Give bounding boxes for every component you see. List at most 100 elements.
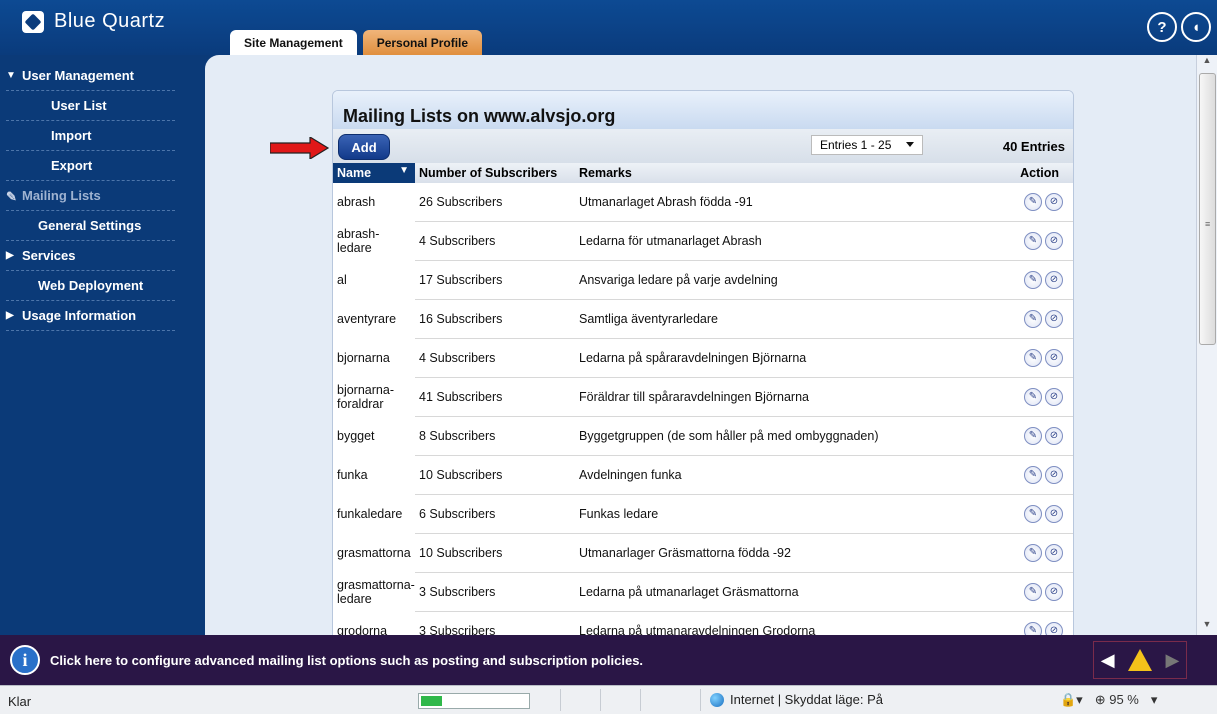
list-remarks: Samtliga äventyrarledare [575, 299, 975, 339]
table-row: al 17 Subscribers Ansvariga ledare på varj… [333, 260, 1073, 300]
column-header-name[interactable]: Name ▼ [333, 163, 415, 183]
edit-icon[interactable]: ✎ [1024, 505, 1042, 523]
list-name: bjornarna-foraldrar [337, 383, 394, 411]
edit-icon[interactable]: ✎ [1024, 544, 1042, 562]
mailing-lists-panel: Mailing Lists on www.alvsjo.org Add Entr… [332, 90, 1074, 635]
table-row: aventyrare 16 Subscribers Samtliga äventyr… [333, 299, 1073, 339]
delete-icon[interactable]: ⊘ [1045, 505, 1063, 523]
row-actions: ✎ ⊘ [975, 299, 1073, 339]
next-message-icon[interactable]: ▶ [1165, 650, 1179, 671]
delete-icon[interactable]: ⊘ [1045, 310, 1063, 328]
delete-icon[interactable]: ⊘ [1045, 349, 1063, 367]
edit-icon[interactable]: ✎ [1024, 583, 1042, 601]
sidebar-item-services[interactable]: ▶ Services [6, 241, 175, 271]
tab-personal-profile[interactable]: Personal Profile [362, 30, 483, 55]
zoom-level[interactable]: ⊕ 95 % [1095, 692, 1139, 708]
app-logo[interactable]: Blue Quartz [22, 10, 165, 33]
security-zone[interactable]: Internet | Skyddat läge: På [710, 692, 883, 707]
zoom-dropdown-icon[interactable]: ▾ [1151, 692, 1158, 708]
table-row: grodorna 3 Subscribers Ledarna på utmanara… [333, 611, 1073, 635]
status-divider [560, 689, 561, 711]
edit-icon[interactable]: ✎ [1024, 388, 1042, 406]
subscriber-count: 41 Subscribers [415, 377, 575, 417]
app-name: Blue Quartz [54, 10, 166, 32]
edit-icon[interactable]: ✎ [1024, 622, 1042, 635]
info-bar[interactable]: i Click here to configure advanced maili… [0, 635, 1217, 685]
edit-icon[interactable]: ✎ [1024, 349, 1042, 367]
mailing-lists-table: Name ▼ Number of Subscribers Remarks Acti… [333, 163, 1073, 635]
content-area: Mailing Lists on www.alvsjo.org Add Entr… [205, 55, 1217, 635]
sidebar-item-label: Mailing Lists [22, 188, 101, 203]
delete-icon[interactable]: ⊘ [1045, 388, 1063, 406]
protected-mode-icon[interactable]: 🔒▾ [1060, 692, 1083, 708]
delete-icon[interactable]: ⊘ [1045, 427, 1063, 445]
sidebar-item-label: Export [51, 158, 93, 173]
row-actions: ✎ ⊘ [975, 221, 1073, 261]
edit-icon[interactable]: ✎ [1024, 232, 1042, 250]
delete-icon[interactable]: ⊘ [1045, 232, 1063, 250]
page-load-progress [418, 693, 530, 709]
status-divider [700, 689, 701, 711]
list-remarks: Utmanarlaget Abrash födda -91 [575, 183, 975, 222]
table-row: abrash-ledare 4 Subscribers Ledarna för ut… [333, 221, 1073, 261]
logout-icon[interactable]: ◖ [1181, 12, 1211, 42]
edit-icon[interactable]: ✎ [1024, 193, 1042, 211]
edit-icon[interactable]: ✎ [1024, 466, 1042, 484]
edit-icon[interactable]: ✎ [1024, 427, 1042, 445]
column-header-label: Name [337, 166, 372, 180]
entries-total: 40 Entries [1002, 139, 1065, 154]
top-icons: ? ◖ [1147, 12, 1211, 42]
edit-icon[interactable]: ✎ [1024, 310, 1042, 328]
delete-icon[interactable]: ⊘ [1045, 466, 1063, 484]
column-header-subscribers[interactable]: Number of Subscribers [415, 163, 575, 183]
delete-icon[interactable]: ⊘ [1045, 193, 1063, 211]
column-header-remarks[interactable]: Remarks [575, 163, 975, 183]
panel-toolbar: Add Entries 1 - 25 40 Entries [333, 129, 1073, 163]
subscriber-count: 16 Subscribers [415, 299, 575, 339]
scroll-down-icon[interactable]: ▼ [1197, 619, 1217, 635]
list-name: grasmattorna-ledare [337, 578, 415, 606]
tab-site-management[interactable]: Site Management [230, 30, 357, 55]
browser-status-bar: Klar Internet | Skyddat läge: På 🔒▾ ⊕ 95… [0, 685, 1217, 714]
entries-range-select[interactable]: Entries 1 - 25 [811, 135, 923, 155]
sidebar-item-mailing-lists[interactable]: ✎ Mailing Lists [6, 181, 175, 211]
row-actions: ✎ ⊘ [975, 183, 1073, 222]
previous-message-icon[interactable]: ◀ [1101, 650, 1115, 671]
subscriber-count: 26 Subscribers [415, 183, 575, 222]
sidebar-item-export[interactable]: Export [6, 151, 175, 181]
table-row: bygget 8 Subscribers Byggetgruppen (de som… [333, 416, 1073, 456]
sidebar-nav: ▼ User Management User List Import Export… [0, 55, 205, 331]
help-icon[interactable]: ? [1147, 12, 1177, 42]
delete-icon[interactable]: ⊘ [1045, 622, 1063, 635]
subscriber-count: 6 Subscribers [415, 494, 575, 534]
zoom-value: 95 % [1109, 692, 1139, 707]
collapsed-arrow-icon: ▶ [6, 310, 14, 321]
list-name: abrash [337, 195, 376, 210]
subscriber-count: 8 Subscribers [415, 416, 575, 456]
sidebar-item-label: Import [51, 128, 92, 143]
status-text: Klar [8, 694, 32, 709]
edit-icon[interactable]: ✎ [1024, 271, 1042, 289]
add-button[interactable]: Add [338, 134, 390, 160]
sidebar-item-usage-information[interactable]: ▶ Usage Information [6, 301, 175, 331]
scroll-up-icon[interactable]: ▲ [1197, 55, 1217, 71]
sidebar-item-user-list[interactable]: User List [6, 91, 175, 121]
delete-icon[interactable]: ⊘ [1045, 583, 1063, 601]
list-remarks: Ledarna för utmanarlaget Abrash [575, 221, 975, 261]
red-arrow-icon [270, 137, 330, 159]
list-name: funka [337, 468, 368, 482]
sort-descending-icon: ▼ [399, 165, 409, 176]
sidebar-item-general-settings[interactable]: General Settings [6, 211, 175, 241]
list-name: abrash-ledare [337, 227, 380, 255]
sidebar-item-web-deployment[interactable]: Web Deployment [6, 271, 175, 301]
sidebar-item-user-management[interactable]: ▼ User Management [6, 61, 175, 91]
table-row: abrash 26 Subscribers Utmanarlaget Abrash … [333, 183, 1073, 222]
entries-range-value: Entries 1 - 25 [820, 138, 892, 152]
list-name: grasmattorna [337, 546, 411, 560]
delete-icon[interactable]: ⊘ [1045, 544, 1063, 562]
info-message[interactable]: Click here to configure advanced mailing… [50, 653, 643, 668]
scrollbar-thumb[interactable]: ≡ [1199, 73, 1216, 345]
delete-icon[interactable]: ⊘ [1045, 271, 1063, 289]
vertical-scrollbar[interactable]: ▲ ≡ ▼ [1196, 55, 1217, 635]
sidebar-item-import[interactable]: Import [6, 121, 175, 151]
